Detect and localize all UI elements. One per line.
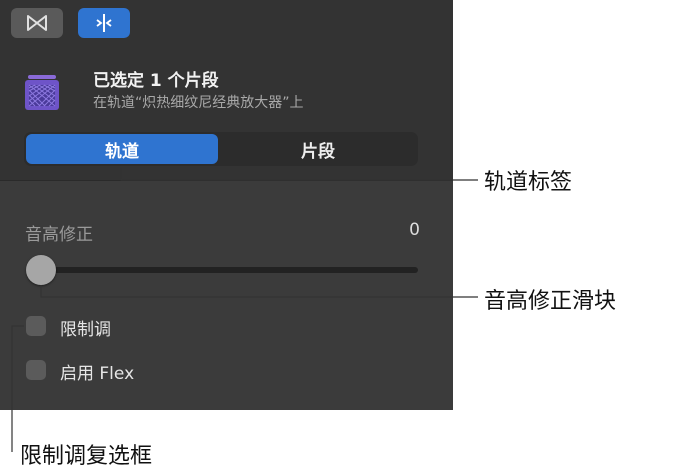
tab-track[interactable]: 轨道 [26, 134, 218, 164]
inspector-panel: 已选定 1 个片段 在轨道“炽热细纹尼经典放大器”上 轨道 片段 音高修正 0 … [0, 0, 453, 410]
callout-pitch-slider: 音高修正滑块 [484, 289, 617, 314]
pitch-correction-value: 0 [409, 220, 420, 240]
smart-controls-button[interactable] [11, 8, 63, 38]
editor-button[interactable] [78, 8, 130, 38]
tab-region[interactable]: 片段 [220, 134, 416, 164]
pitch-correction-label: 音高修正 [25, 225, 93, 245]
selection-title: 已选定 1 个片段 [93, 71, 219, 91]
pitch-correction-slider-track[interactable] [26, 267, 418, 273]
limit-to-key-checkbox[interactable] [26, 316, 46, 336]
limit-to-key-label: 限制调 [60, 320, 111, 340]
callout-limit-checkbox: 限制调复选框 [20, 444, 153, 469]
pitch-correction-slider-knob[interactable] [26, 255, 56, 285]
editor-icon [96, 14, 112, 32]
enable-flex-label: 启用 Flex [60, 364, 135, 384]
selection-subtitle: 在轨道“炽热细纹尼经典放大器”上 [93, 95, 304, 111]
enable-flex-checkbox[interactable] [26, 360, 46, 380]
track-region-segmented-control: 轨道 片段 [24, 132, 418, 166]
amp-icon [25, 75, 59, 110]
callout-track-tab: 轨道标签 [484, 170, 573, 195]
smart-controls-icon [27, 15, 47, 31]
